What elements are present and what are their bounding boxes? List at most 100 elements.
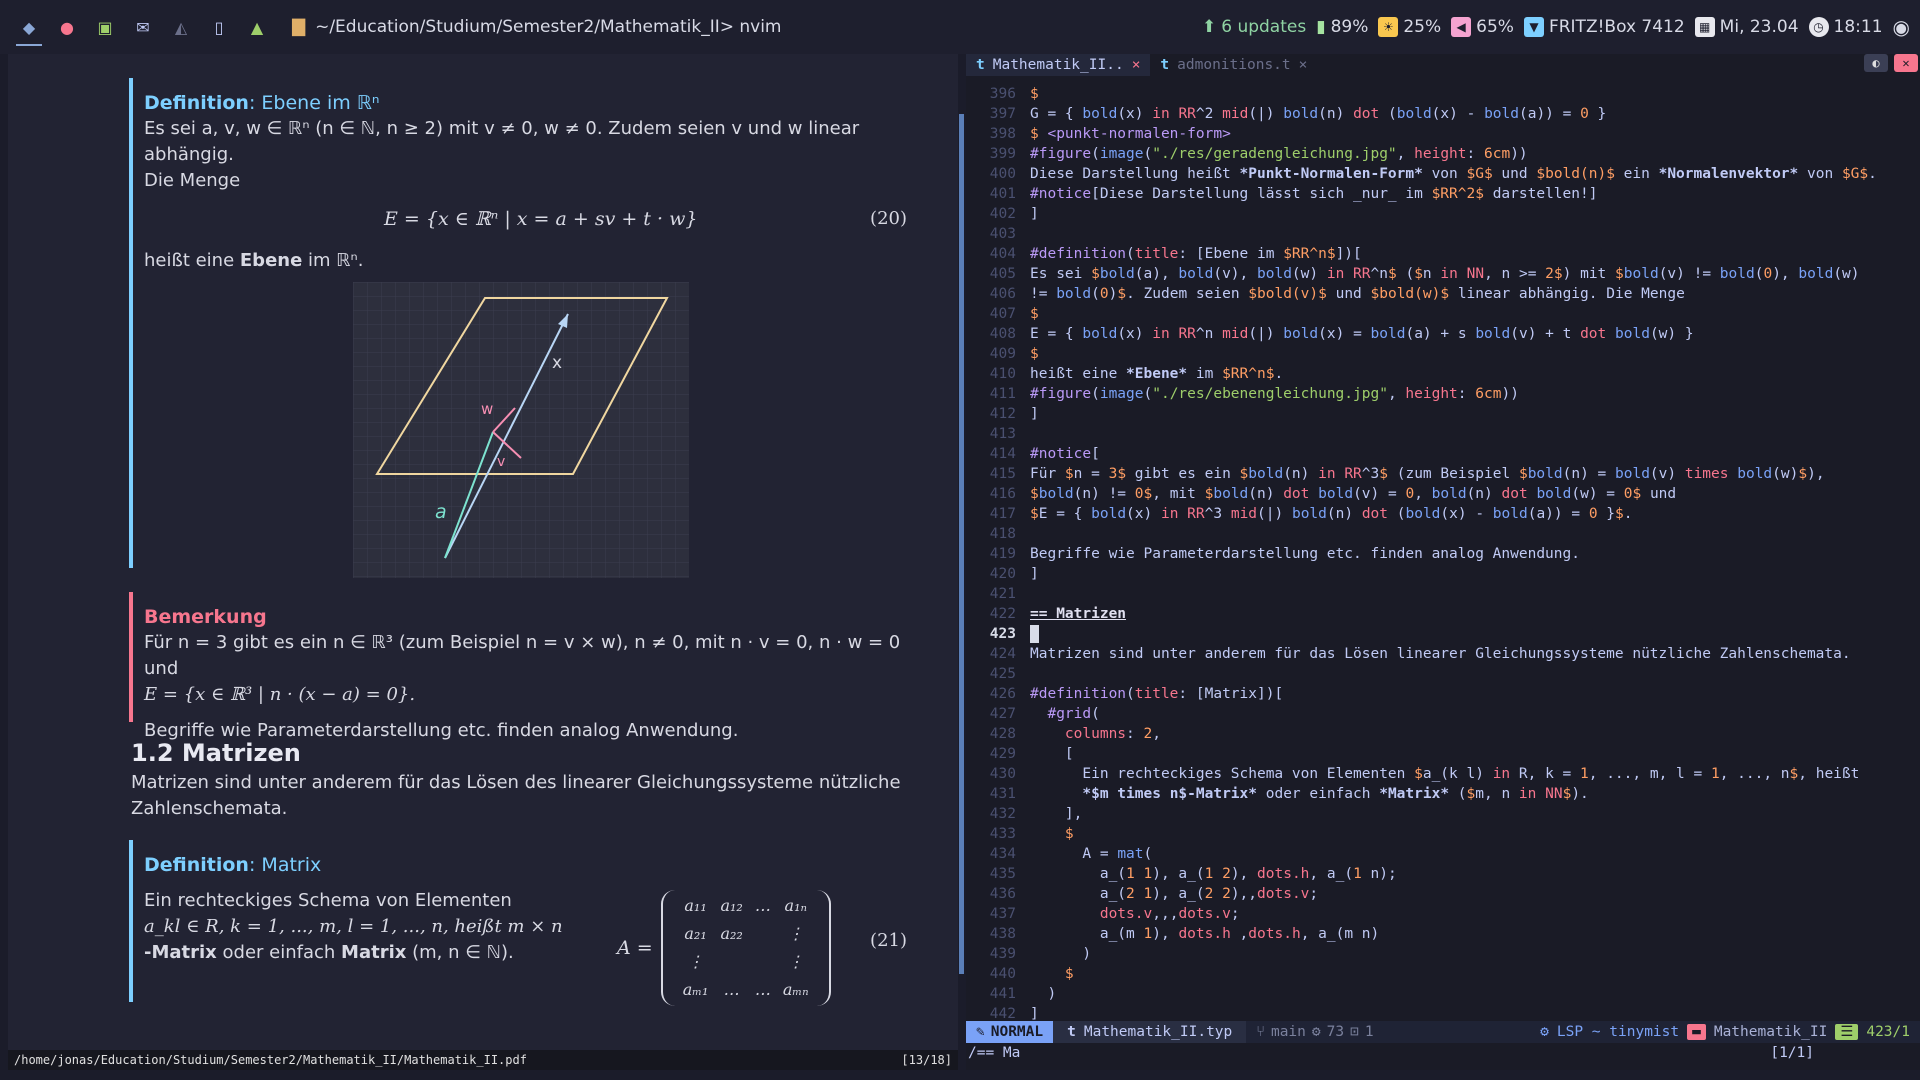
label-v: v — [497, 454, 505, 470]
mode-indicator: ✎ NORMAL — [966, 1021, 1054, 1043]
matrix-cell: a₁₁ — [684, 896, 707, 915]
equation-number-20: (20) — [870, 208, 907, 229]
tab-label: Mathematik_II.. — [992, 57, 1124, 73]
scrollbar-thumb[interactable] — [959, 114, 964, 974]
matrix-cell: a₁₂ — [720, 896, 743, 915]
definition-line-2: Die Menge — [144, 170, 241, 191]
updates-indicator[interactable]: ⬆ 6 updates — [1202, 17, 1306, 37]
cursor-position: 423/1 — [1866, 1024, 1910, 1040]
code-area[interactable]: 396 $ 397 G = { bold(x) in RR^2 mid(|) bol… — [966, 84, 1920, 1024]
workspace-list: ◆ ● ▣ ✉ ◭ ▯ ▲ — [10, 0, 276, 54]
volume-indicator[interactable]: ◀ 65% — [1451, 17, 1514, 37]
typst-file-icon: t — [976, 57, 985, 73]
remark-line-2: E = {x ∈ ℝ³ | n · (x − a) = 0}. — [144, 684, 416, 705]
editor-tab-1[interactable]: t admonitions.t × — [1150, 54, 1317, 76]
tab-label: admonitions.t — [1177, 57, 1291, 73]
section-matrizen: 1.2 Matrizen Matrizen sind unter anderem… — [131, 740, 931, 822]
branch-icon: ⑂ — [1256, 1024, 1265, 1040]
file-name: Mathematik_II.typ — [1083, 1024, 1233, 1040]
matrix-cell: a₁ₙ — [784, 896, 807, 915]
label-x: x — [552, 353, 562, 373]
definition-box-ebene: Definition: Ebene im ℝⁿ Es sei a, v, w ∈… — [129, 78, 929, 578]
definition-heading: Definition: Ebene im ℝⁿ — [144, 92, 380, 114]
clock-indicator[interactable]: ◷ 18:11 — [1808, 17, 1883, 37]
tabline: t Mathematik_II.. × t admonitions.t × ◐ ✕ — [966, 54, 1920, 76]
status-line: ✎ NORMAL t Mathematik_II.typ ⑂ main ⚙ 73 … — [966, 1021, 1920, 1043]
terminal-icon: ▇ — [292, 17, 306, 37]
workspace-7-icon[interactable]: ▲ — [238, 0, 276, 54]
matrix-cell: aₘₙ — [782, 980, 809, 999]
pdf-viewer[interactable]: Definition: Ebene im ℝⁿ Es sei a, v, w ∈… — [8, 54, 958, 1050]
matrix-cell: ⋮ — [787, 924, 804, 943]
workspace-4-icon[interactable]: ✉ — [124, 0, 162, 54]
close-window-icon[interactable]: ✕ — [1894, 54, 1918, 72]
matrix-equation: A = a₁₁ a₁₂… a₁ₙ a₂₁ a₂₂ ⋮ ⋮ ⋮ aₘ₁…… aₘₙ — [617, 890, 831, 1006]
plane-figure: w x v a — [353, 282, 689, 578]
project-name: Mathematik_II — [1713, 1024, 1828, 1040]
updates-text: 6 updates — [1221, 17, 1307, 37]
section-title: 1.2 Matrizen — [131, 739, 301, 767]
power-icon[interactable]: ◉ — [1893, 15, 1910, 39]
window-buttons: ◐ ✕ — [1864, 54, 1918, 72]
matrix-cell: … — [754, 980, 771, 999]
lsp-status: LSP ~ tinymist — [1556, 1024, 1680, 1040]
remark-box: Bemerkung Für n = 3 gibt es ein n ∈ ℝ³ (… — [129, 592, 929, 741]
matrix-def-end: (m, n ∈ ℕ). — [406, 942, 514, 963]
window-title-text: ~/Education/Studium/Semester2/Mathematik… — [315, 17, 782, 37]
battery-indicator[interactable]: ▮ 89% — [1316, 17, 1368, 37]
calendar-icon: ▦ — [1694, 17, 1715, 37]
equation-number-21: (21) — [870, 930, 907, 951]
close-tab-icon[interactable]: × — [1132, 57, 1141, 73]
matrix-row: aₘ₁ … … aₘₙ — [677, 976, 815, 1004]
pdf-status-bar: /home/jonas/Education/Studium/Semester2/… — [8, 1050, 958, 1070]
right-section: ⚙ LSP ~ tinymist ▬ Mathematik_II ☰ 423/1 — [1540, 1024, 1920, 1040]
brightness-indicator[interactable]: ☀ 25% — [1378, 17, 1441, 37]
definition-box-matrix: Definition: Matrix Ein rechteckiges Sche… — [129, 840, 929, 1006]
after-text-post: im ℝⁿ. — [302, 250, 364, 271]
matrix-cell: … — [723, 980, 740, 999]
file-section: t Mathematik_II.typ — [1053, 1021, 1247, 1043]
label-w: w — [481, 400, 493, 418]
info-icon: ⊡ — [1350, 1024, 1359, 1040]
pane-separator[interactable] — [958, 54, 966, 1070]
definition-heading: Definition: Matrix — [144, 854, 322, 876]
pdf-page-indicator: [13/18] — [901, 1053, 952, 1067]
system-tray: ⬆ 6 updates ▮ 89% ☀ 25% ◀ 65% ▼ FRITZ!Bo… — [1202, 15, 1920, 39]
search-count: [1/1] — [1770, 1045, 1814, 1061]
wifi-indicator[interactable]: ▼ FRITZ!Box 7412 — [1523, 17, 1685, 37]
diagnostic-count: 73 — [1326, 1024, 1345, 1040]
wifi-text: FRITZ!Box 7412 — [1548, 17, 1685, 37]
date-indicator[interactable]: ▦ Mi, 23.04 — [1694, 17, 1799, 37]
git-section: ⑂ main ⚙ 73 ⊡ 1 — [1246, 1024, 1383, 1040]
definition-bar — [129, 78, 133, 568]
matrix: a₁₁ a₁₂… a₁ₙ a₂₁ a₂₂ ⋮ ⋮ ⋮ aₘ₁…… aₘₙ — [660, 890, 831, 1006]
close-tab-icon[interactable]: × — [1299, 57, 1308, 73]
workspace-5-icon[interactable]: ◭ — [162, 0, 200, 54]
workspace-3-icon[interactable]: ▣ — [86, 0, 124, 54]
workspace-1-icon[interactable]: ◆ — [10, 0, 48, 54]
toggle-icon[interactable]: ◐ — [1864, 54, 1888, 72]
nvim-editor[interactable]: t Mathematik_II.. × t admonitions.t × ◐ ✕ 396… — [966, 54, 1920, 1070]
command-line[interactable]: /== Ma [1/1] — [966, 1043, 1920, 1063]
matrix-entries: a₁₁ a₁₂… a₁ₙ a₂₁ a₂₂ ⋮ ⋮ ⋮ aₘ₁…… aₘₙ — [677, 892, 815, 1004]
matrix-cell: … — [754, 896, 771, 915]
clock-icon: ◷ — [1808, 17, 1829, 37]
definition-title: Matrix — [261, 854, 322, 876]
workspace-2-icon[interactable]: ● — [48, 0, 86, 54]
plane-diagram: w x v a — [353, 282, 689, 578]
top-bar: ◆ ● ▣ ✉ ◭ ▯ ▲ ▇ ~/Education/Studium/Semester2/… — [0, 0, 1920, 54]
battery-icon: ▮ — [1316, 17, 1326, 37]
text-cursor — [1030, 625, 1039, 643]
command-text: /== Ma — [968, 1045, 1021, 1061]
matrix-cell: a₂₂ — [720, 924, 743, 943]
definition-line-1: Es sei a, v, w ∈ ℝⁿ (n ∈ ℕ, n ≥ 2) mit v… — [144, 118, 860, 165]
definition-bar — [129, 840, 133, 1002]
workspace-6-icon[interactable]: ▯ — [200, 0, 238, 54]
update-icon: ⬆ — [1201, 17, 1217, 37]
editor-tab-0[interactable]: t Mathematik_II.. × — [966, 54, 1151, 76]
typst-file-icon: t — [1160, 57, 1170, 73]
window-title: ▇ ~/Education/Studium/Semester2/Mathemat… — [292, 17, 782, 37]
folder-icon: ▬ — [1687, 1024, 1706, 1040]
time-text: 18:11 — [1833, 17, 1883, 37]
battery-text: 89% — [1330, 17, 1369, 37]
